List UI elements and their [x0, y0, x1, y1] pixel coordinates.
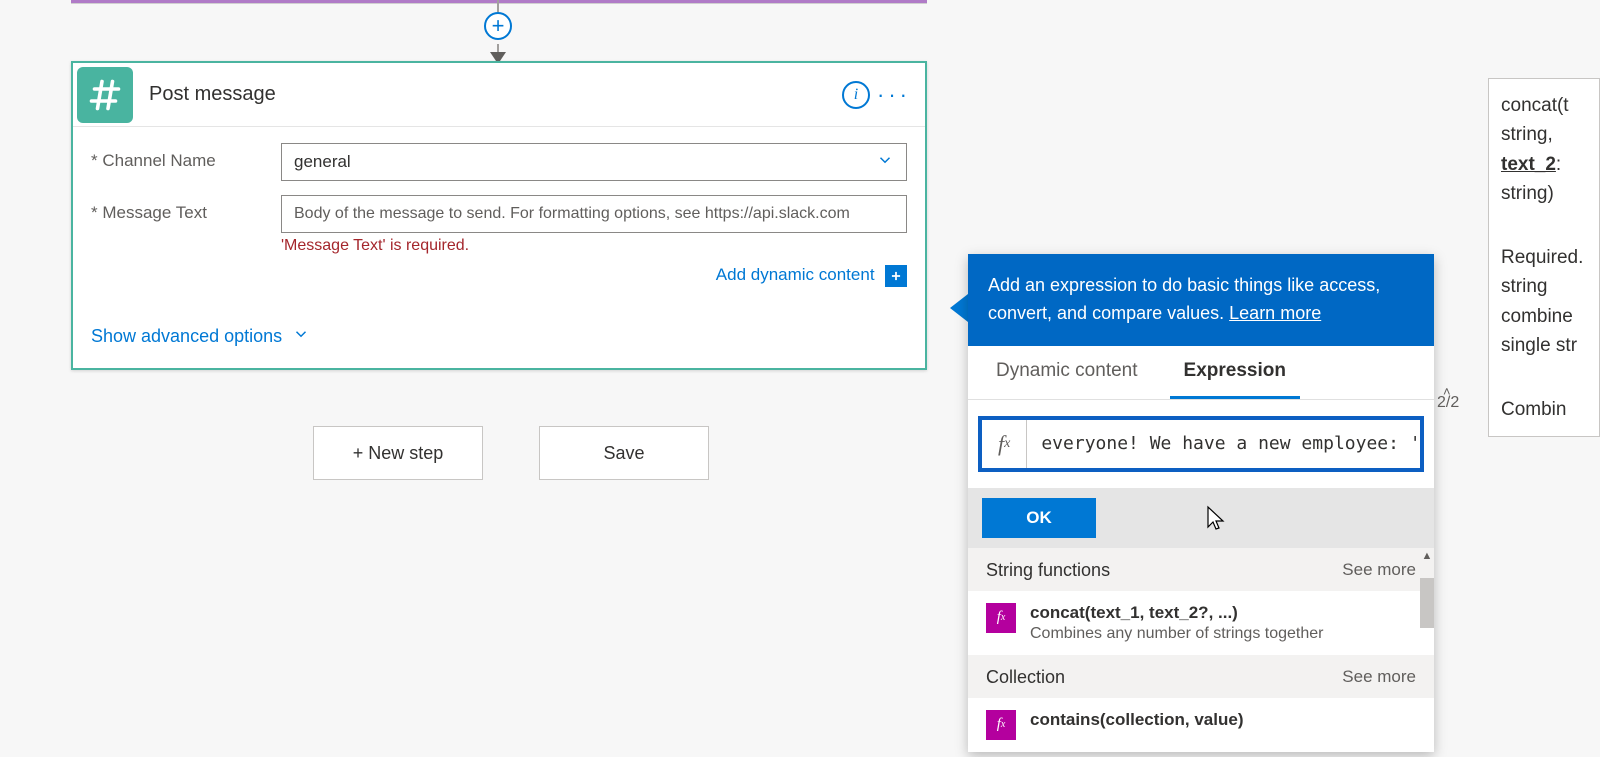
chevron-down-icon — [876, 151, 894, 174]
function-description: Combines any number of strings together — [1030, 625, 1323, 643]
label-text: Channel Name — [102, 151, 215, 170]
banner-text: Add an expression to do basic things lik… — [988, 275, 1380, 323]
info-button[interactable]: i — [837, 76, 875, 114]
plus-glyph: + — [492, 15, 505, 37]
add-step-plus-icon[interactable]: + — [484, 12, 512, 40]
function-concat[interactable]: fx concat(text_1, text_2?, ...) Combines… — [968, 591, 1434, 655]
tab-expression[interactable]: Expression — [1170, 346, 1300, 399]
card-menu-button[interactable]: ··· — [875, 76, 913, 114]
connector-line — [497, 0, 499, 12]
panel-callout-pointer — [950, 294, 968, 322]
expression-input[interactable]: everyone! We have a new employee: ', ) — [1027, 433, 1420, 454]
tab-dynamic-content[interactable]: Dynamic content — [982, 346, 1152, 399]
ellipsis-icon: ··· — [877, 82, 911, 108]
required-asterisk: * — [91, 203, 98, 222]
fx-icon: fx — [982, 420, 1027, 468]
panel-tabs: Dynamic content Expression — [968, 346, 1434, 400]
tooltip-line: single str — [1501, 331, 1599, 360]
footer-buttons: + New step Save — [313, 426, 709, 480]
tooltip-line: Required. — [1501, 243, 1599, 272]
function-signature-tooltip: concat(t string, text_2: string) Require… — [1488, 78, 1600, 437]
tooltip-line: Combin — [1501, 395, 1599, 424]
show-advanced-options-link[interactable]: Show advanced options — [91, 325, 310, 348]
add-dynamic-content-link[interactable]: Add dynamic content — [716, 265, 875, 284]
flow-connector: + — [488, 0, 508, 65]
ok-button[interactable]: OK — [982, 498, 1096, 538]
panel-banner: Add an expression to do basic things lik… — [968, 254, 1434, 346]
advanced-label: Show advanced options — [91, 326, 282, 347]
function-name: contains(collection, value) — [1030, 710, 1244, 730]
tooltip-line: combine — [1501, 302, 1599, 331]
new-step-button[interactable]: + New step — [313, 426, 483, 480]
select-value: general — [294, 152, 351, 172]
field-channel-name: * Channel Name general — [91, 143, 907, 181]
message-text-input[interactable]: Body of the message to send. For formatt… — [281, 195, 907, 233]
expression-row: fx everyone! We have a new employee: ', … — [968, 400, 1434, 488]
save-button[interactable]: Save — [539, 426, 709, 480]
cursor-icon — [1206, 505, 1226, 531]
placeholder-text: Body of the message to send. For formatt… — [294, 205, 850, 223]
field-message-text: * Message Text Body of the message to se… — [91, 195, 907, 255]
post-message-card: Post message i ··· * Channel Name genera… — [71, 61, 927, 370]
tooltip-line: concat(t — [1501, 91, 1599, 120]
function-name: concat(text_1, text_2?, ...) — [1030, 603, 1323, 623]
section-title: String functions — [986, 560, 1110, 581]
tooltip-line: string — [1501, 272, 1599, 301]
fx-chip-icon: fx — [986, 603, 1016, 633]
card-title: Post message — [149, 83, 837, 106]
see-more-link[interactable]: See more — [1342, 667, 1416, 687]
expression-input-box[interactable]: fx everyone! We have a new employee: ', … — [978, 416, 1424, 472]
section-string-functions: String functions See more — [968, 548, 1434, 591]
fx-chip-icon: fx — [986, 710, 1016, 740]
dynamic-content-row: Add dynamic content — [91, 265, 907, 287]
card-header[interactable]: Post message i ··· — [73, 63, 925, 127]
tooltip-line: string) — [1501, 179, 1599, 208]
card-body: * Channel Name general * Message Text Bo… — [73, 127, 925, 368]
tooltip-line: string, — [1501, 120, 1599, 149]
ok-row: OK — [968, 488, 1434, 548]
chevron-down-icon — [292, 325, 310, 348]
label-text: Message Text — [102, 203, 207, 222]
required-asterisk: * — [91, 151, 98, 170]
info-icon: i — [842, 81, 870, 109]
slack-hash-icon — [77, 67, 133, 123]
validation-error: 'Message Text' is required. — [281, 237, 907, 255]
field-label: * Channel Name — [91, 143, 281, 171]
dynamic-content-badge-icon[interactable] — [885, 265, 907, 287]
channel-select[interactable]: general — [281, 143, 907, 181]
expression-panel: Add an expression to do basic things lik… — [968, 254, 1434, 752]
field-label: * Message Text — [91, 195, 281, 223]
learn-more-link[interactable]: Learn more — [1229, 303, 1321, 323]
scroll-up-icon[interactable]: ▲ — [1420, 548, 1434, 564]
function-list: ▲ String functions See more fx concat(te… — [968, 548, 1434, 752]
tooltip-line: text_2: — [1501, 150, 1599, 179]
section-title: Collection — [986, 667, 1065, 688]
result-counter: 2/2 — [1437, 394, 1459, 412]
function-contains[interactable]: fx contains(collection, value) — [968, 698, 1434, 752]
see-more-link[interactable]: See more — [1342, 560, 1416, 580]
scrollbar-thumb[interactable] — [1420, 578, 1434, 628]
section-collection: Collection See more — [968, 655, 1434, 698]
